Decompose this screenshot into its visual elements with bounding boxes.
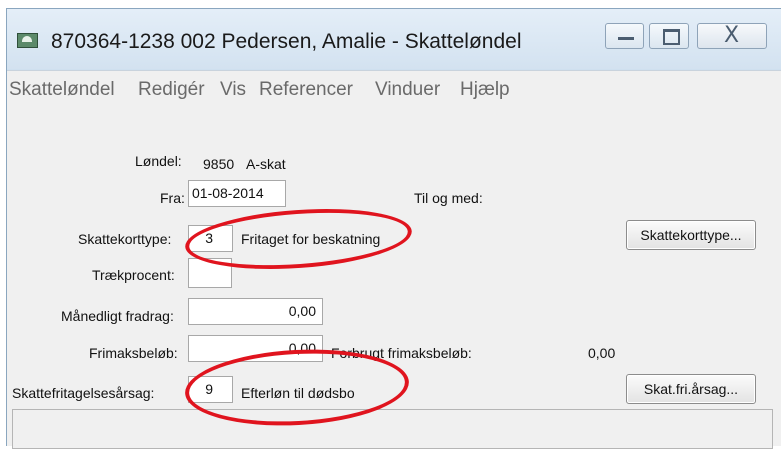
skattekorttype-button[interactable]: Skattekorttype... [626,220,756,250]
fra-date-field[interactable]: 01-08-2014 [188,180,286,207]
fra-label: Fra: [160,190,185,206]
frimaksbeloeb-label: Frimaksbeløb: [89,345,178,361]
maximize-button[interactable] [649,23,689,49]
close-icon: X [724,23,740,48]
app-icon[interactable] [17,33,38,48]
skat-fri-aarsag-button[interactable]: Skat.fri.årsag... [626,374,756,404]
window-title: 870364-1238 002 Pedersen, Amalie - Skatt… [51,30,522,53]
londel-label: Løndel: [135,153,182,169]
maanedligt-fradrag-label: Månedligt fradrag: [61,308,174,324]
close-button[interactable]: X [697,23,767,49]
londel-number: 9850 [203,156,235,172]
menu-vinduer[interactable]: Vinduer [375,79,440,101]
menu-bar: Skatteløndel Redigér Vis Referencer Vind… [7,70,781,105]
til-og-med-label: Til og med: [414,190,483,206]
skattefritagelsesaarsag-label: Skattefritagelsesårsag: [12,385,155,401]
menu-hjaelp[interactable]: Hjælp [460,79,510,101]
traekprocent-label: Trækprocent: [92,267,175,283]
maanedligt-fradrag-field[interactable]: 0,00 [188,298,323,325]
title-bar[interactable]: 870364-1238 002 Pedersen, Amalie - Skatt… [7,9,781,69]
menu-referencer[interactable]: Referencer [259,79,353,101]
skattekorttype-label: Skattekorttype: [78,231,172,247]
minimize-button[interactable] [605,23,644,49]
menu-vis[interactable]: Vis [220,79,246,101]
menu-rediger[interactable]: Redigér [138,79,205,101]
londel-name: A-skat [246,156,286,172]
maximize-icon [663,29,680,45]
menu-skatteloendel[interactable]: Skatteløndel [9,79,115,101]
minimize-icon [618,37,634,40]
forbrugt-frimaksbeloeb-value: 0,00 [588,345,616,361]
bottom-panel [12,409,773,449]
